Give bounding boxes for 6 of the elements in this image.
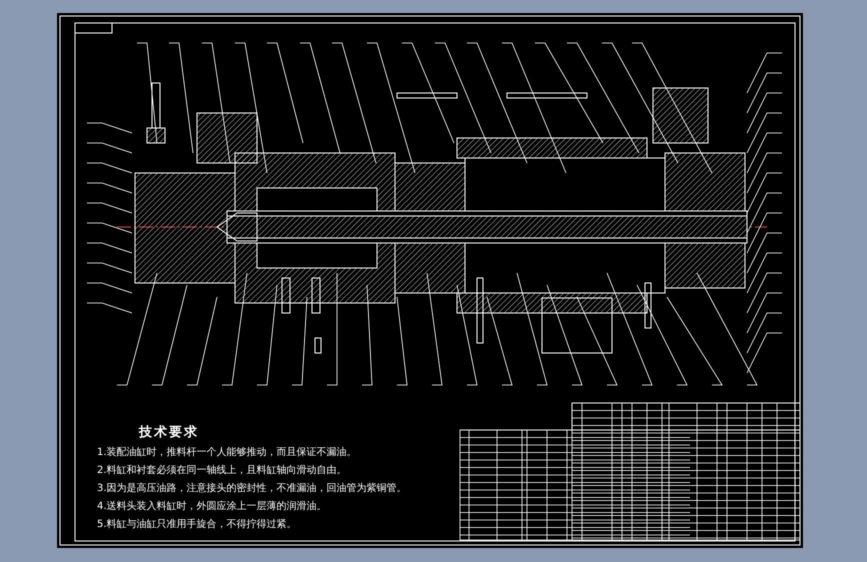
requirement-text: 4.送料头装入料缸时，外圆应涂上一层薄的润滑油。 [97, 500, 328, 513]
requirement-text: 5.料缸与油缸只准用手旋合，不得拧得过紧。 [97, 518, 298, 531]
requirements-heading: 技术要求 [138, 424, 200, 441]
requirement-text: 1.装配油缸时，推料杆一个人能够推动，而且保证不漏油。 [97, 446, 358, 459]
requirement-text: 2.料缸和衬套必须在同一轴线上，且料缸轴向滑动自由。 [97, 464, 348, 477]
requirement-text: 3.因为是高压油路，注意接头的密封性，不准漏油，回油管为紫铜管。 [97, 482, 408, 495]
